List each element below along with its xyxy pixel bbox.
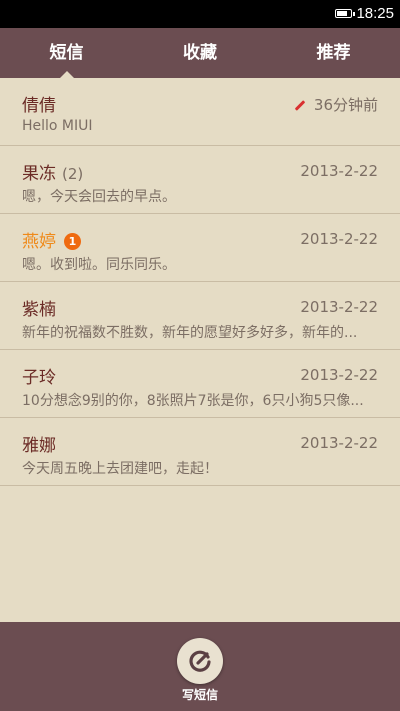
tab-recommended[interactable]: 推荐	[267, 28, 400, 78]
contact-name-wrapper: 果冻 (2)	[22, 159, 83, 184]
unread-badge: 1	[64, 233, 81, 250]
bottom-action-bar: 写短信	[0, 622, 400, 711]
message-preview: 今天周五晚上去团建吧，走起！	[22, 461, 218, 477]
status-bar: 18:25	[0, 0, 400, 28]
compose-button[interactable]	[177, 638, 223, 684]
message-preview: 10分想念9别的你，8张照片7张是你，6只小狗5只像...	[22, 393, 364, 409]
conversation-row[interactable]: 燕婷 1 2013-2-22 嗯。收到啦。同乐同乐。	[0, 214, 400, 282]
battery-icon	[335, 9, 355, 18]
message-preview: 嗯。收到啦。同乐同乐。	[22, 257, 176, 273]
draft-pencil-icon	[294, 100, 306, 111]
contact-name: 果冻	[22, 164, 56, 184]
contact-name: 子玲	[22, 368, 56, 388]
active-tab-indicator	[60, 71, 74, 78]
message-preview: 嗯，今天会回去的早点。	[22, 189, 176, 205]
message-preview: Hello MIUI	[22, 118, 93, 134]
conversation-row[interactable]: 雅娜 2013-2-22 今天周五晚上去团建吧，走起！	[0, 418, 400, 486]
battery-fill	[337, 11, 347, 16]
contact-name: 雅娜	[22, 436, 56, 456]
contact-name-wrapper: 燕婷 1	[22, 227, 81, 252]
message-time: 36分钟前	[294, 94, 378, 115]
compose-label: 写短信	[181, 688, 218, 702]
message-count: (2)	[62, 165, 84, 183]
message-preview: 新年的祝福数不胜数，新年的愿望好多好多，新年的...	[22, 325, 358, 341]
conversation-row[interactable]: 紫楠 2013-2-22 新年的祝福数不胜数，新年的愿望好多好多，新年的...	[0, 282, 400, 350]
contact-name: 燕婷	[22, 232, 56, 252]
message-date: 2013-2-22	[300, 298, 378, 316]
conversation-row[interactable]: 子玲 2013-2-22 10分想念9别的你，8张照片7张是你，6只小狗5只像.…	[0, 350, 400, 418]
status-time: 18:25	[356, 5, 394, 22]
tab-favorites[interactable]: 收藏	[133, 28, 267, 78]
tab-bar: 短信 收藏 推荐	[0, 28, 400, 78]
contact-name: 倩倩	[22, 96, 56, 116]
contact-name: 紫楠	[22, 300, 56, 320]
message-date: 2013-2-22	[300, 230, 378, 248]
message-date: 2013-2-22	[300, 366, 378, 384]
conversation-row[interactable]: 果冻 (2) 2013-2-22 嗯，今天会回去的早点。	[0, 146, 400, 214]
conversation-row[interactable]: 倩倩 36分钟前 Hello MIUI	[0, 78, 400, 146]
message-time-text: 36分钟前	[313, 96, 378, 114]
message-date: 2013-2-22	[300, 162, 378, 180]
compose-icon	[189, 650, 211, 672]
message-date: 2013-2-22	[300, 434, 378, 452]
conversation-list: 倩倩 36分钟前 Hello MIUI 果冻 (2) 2013-2-22 嗯，今天…	[0, 78, 400, 486]
